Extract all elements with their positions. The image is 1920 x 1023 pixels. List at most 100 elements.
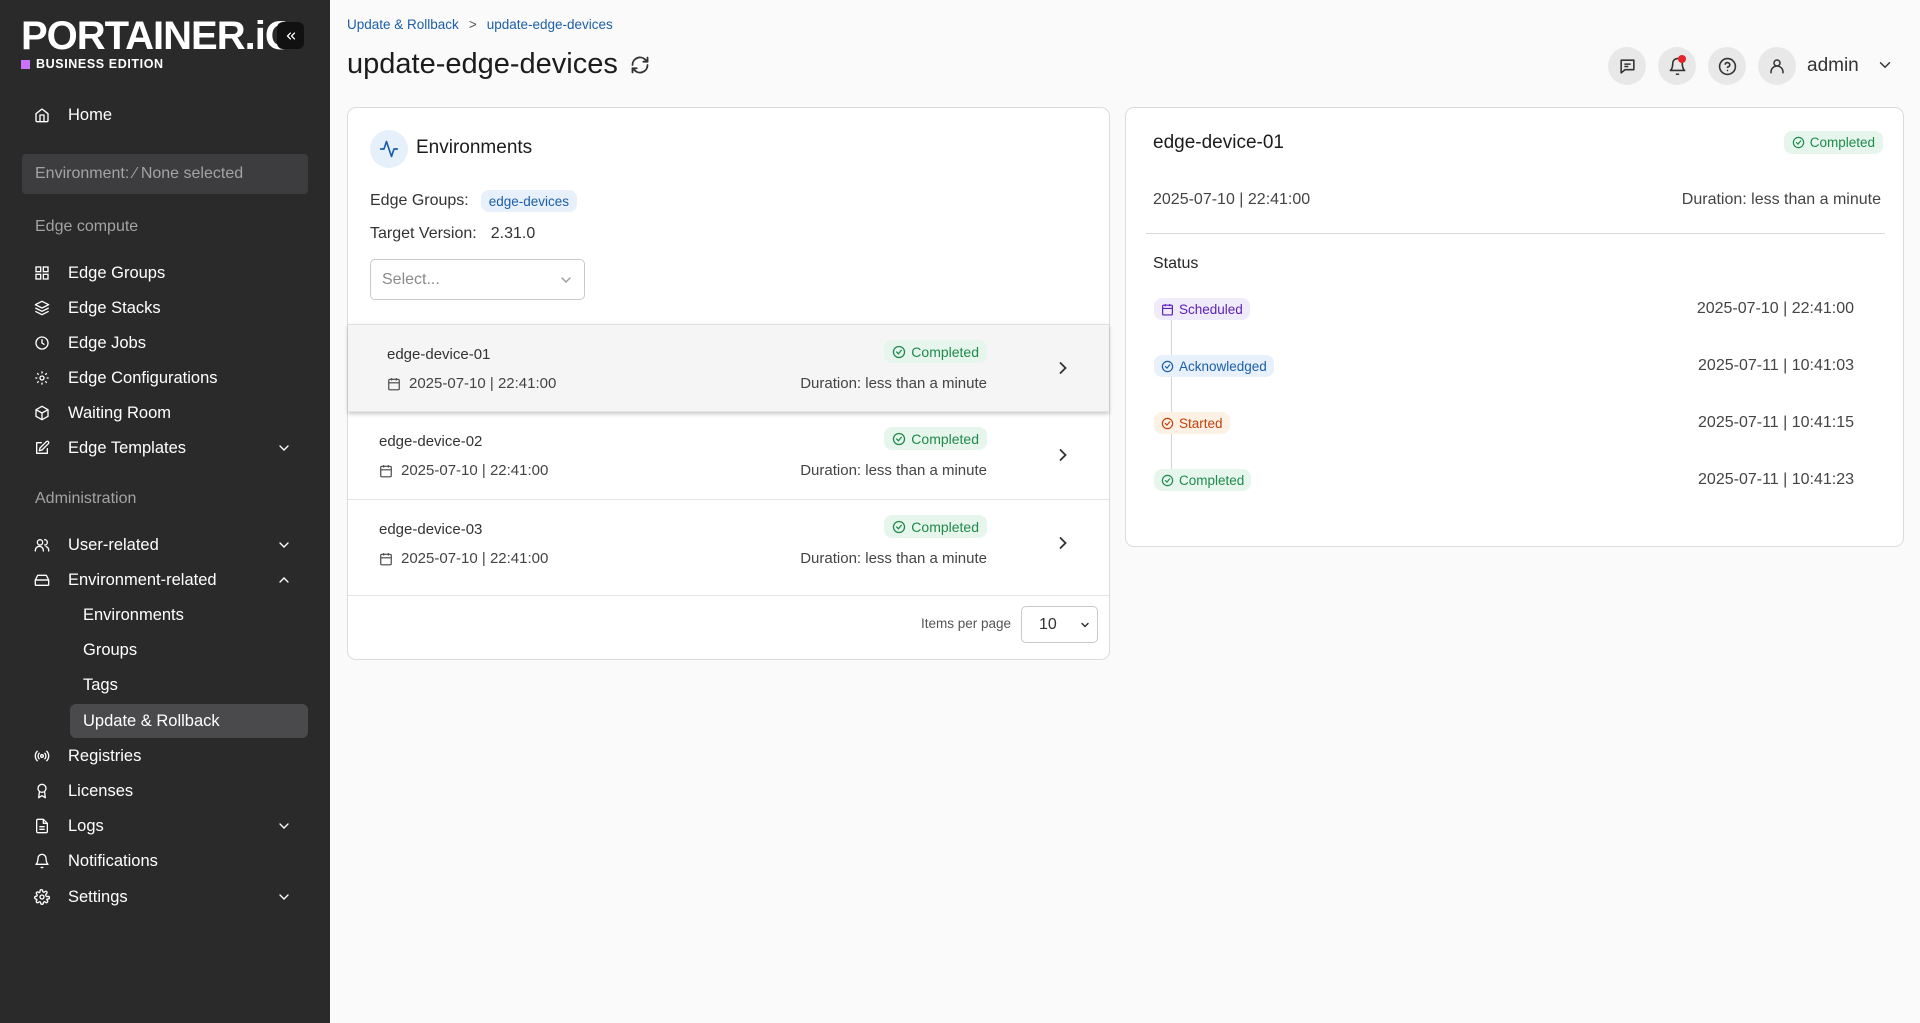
detail-status-text: Completed <box>1809 135 1875 150</box>
sidebar-item-label: Environment-related <box>68 570 217 589</box>
sidebar-item-label: Edge Jobs <box>68 333 146 352</box>
sidebar-item-waiting-room[interactable]: Waiting Room <box>22 396 308 430</box>
sidebar-item-label: Edge Stacks <box>68 298 161 317</box>
sidebar-item-edge-templates[interactable]: Edge Templates <box>22 431 308 465</box>
gear-icon <box>34 889 50 905</box>
calendar-icon <box>380 552 392 565</box>
radio-icon <box>34 750 50 762</box>
settings-cog-icon <box>35 371 49 385</box>
sidebar-item-logs[interactable]: Logs <box>22 809 308 843</box>
award-icon <box>37 783 47 799</box>
items-per-page-value: 10 <box>1039 615 1057 633</box>
row-date: 2025-07-10 | 22:41:00 <box>387 375 556 392</box>
chevron-down-icon <box>1879 62 1891 69</box>
chevron-down-icon <box>279 894 289 900</box>
sidebar-item-edge-stacks[interactable]: Edge Stacks <box>22 291 308 325</box>
environments-card: Environments Edge Groups: edge-devices T… <box>347 107 1110 660</box>
sidebar-item-edge-configurations[interactable]: Edge Configurations <box>22 361 308 395</box>
refresh-button[interactable] <box>630 55 650 75</box>
chat-button[interactable] <box>1608 47 1646 85</box>
chevron-down-icon <box>279 445 289 451</box>
timeline-connector <box>1171 314 1172 486</box>
items-per-page-select[interactable]: 10 <box>1021 606 1098 643</box>
chevron-down-icon <box>279 542 289 548</box>
breadcrumb-link-current[interactable]: update-edge-devices <box>487 17 613 32</box>
sidebar-item-home[interactable]: Home <box>22 98 308 132</box>
timeline-time: 2025-07-11 | 10:41:23 <box>1698 471 1854 488</box>
user-icon <box>1770 59 1784 74</box>
chevron-right-icon <box>1059 362 1067 374</box>
user-menu-toggle[interactable] <box>1876 56 1894 74</box>
sidebar-item-label: Logs <box>68 816 104 835</box>
portainer-logo[interactable]: PORTAINER.iO BUSINESS EDITION <box>21 14 296 71</box>
environment-row-edge-device-01[interactable]: edge-device-01 2025-07-10 | 22:41:00 Com… <box>348 324 1109 412</box>
edge-group-tag: edge-devices <box>480 190 578 212</box>
user-avatar-button[interactable] <box>1758 47 1796 85</box>
sidebar-item-label: Settings <box>68 887 128 906</box>
edge-compute-section-label: Edge compute <box>35 218 139 235</box>
sidebar-item-label: Waiting Room <box>68 403 172 422</box>
sidebar-item-registries[interactable]: Registries <box>22 739 308 773</box>
timeline-item-scheduled: Scheduled 2025-07-10 | 22:41:00 <box>1154 298 1854 322</box>
environment-selector[interactable]: Environment: ⁄ None selected <box>22 154 308 194</box>
sidebar-item-label: Edge Templates <box>68 438 187 457</box>
calendar-icon <box>388 377 400 390</box>
user-name[interactable]: admin <box>1807 55 1859 77</box>
box-icon <box>35 405 49 421</box>
breadcrumb-link-update-rollback[interactable]: Update & Rollback <box>347 17 459 32</box>
collapse-sidebar-button[interactable] <box>277 22 304 49</box>
sidebar-subitem-update-rollback[interactable]: Update & Rollback <box>70 704 308 738</box>
row-status-text: Completed <box>911 518 979 535</box>
timeline-badge-completed: Completed <box>1154 469 1252 491</box>
items-per-page-label: Items per page <box>921 616 1012 631</box>
environment-select[interactable]: Select... <box>370 259 585 300</box>
environments-title: Environments <box>416 137 533 158</box>
sidebar-item-settings[interactable]: Settings <box>22 880 308 914</box>
chevron-right-icon <box>1059 449 1067 461</box>
help-button[interactable] <box>1708 47 1746 85</box>
row-duration: Duration: less than a minute <box>800 462 987 479</box>
check-circle-icon <box>1161 417 1174 429</box>
timeline-time: 2025-07-10 | 22:41:00 <box>1696 300 1854 317</box>
calendar-icon <box>380 464 392 477</box>
check-circle-icon <box>893 432 906 445</box>
calendar-icon <box>1162 303 1173 316</box>
row-status-text: Completed <box>911 430 979 447</box>
timeline-badge-acknowledged: Acknowledged <box>1154 355 1274 377</box>
breadcrumb: Update & Rollback > update-edge-devices <box>347 17 613 32</box>
sidebar-item-edge-jobs[interactable]: Edge Jobs <box>22 326 308 360</box>
sidebar-subitem-groups[interactable]: Groups <box>70 633 308 667</box>
chevron-down-icon <box>1081 622 1089 628</box>
edition-square <box>21 59 30 69</box>
check-circle-icon <box>1161 360 1174 372</box>
row-date-text: 2025-07-10 | 22:41:00 <box>401 462 549 479</box>
timeline-badge-started: Started <box>1154 412 1230 434</box>
activity-icon <box>379 140 399 158</box>
sidebar-item-notifications[interactable]: Notifications <box>22 844 308 878</box>
sidebar-subitem-tags[interactable]: Tags <box>70 668 308 702</box>
check-circle-icon <box>1161 474 1174 486</box>
file-text-icon <box>36 818 48 834</box>
chevron-up-icon <box>279 577 289 583</box>
select-placeholder: Select... <box>382 270 440 288</box>
home-icon <box>35 108 49 123</box>
page-title: update-edge-devices <box>347 48 618 80</box>
sidebar-item-edge-groups[interactable]: Edge Groups <box>22 256 308 290</box>
sidebar-item-user-related[interactable]: User-related <box>22 528 308 562</box>
chevron-down-icon <box>561 277 571 283</box>
timeline-label: Started <box>1179 415 1223 431</box>
timeline-label: Scheduled <box>1179 301 1243 317</box>
sidebar-item-environment-related[interactable]: Environment-related <box>22 563 308 597</box>
check-circle-icon <box>1792 136 1804 149</box>
sidebar-subitem-environments[interactable]: Environments <box>70 598 308 632</box>
notifications-button[interactable] <box>1658 47 1696 85</box>
grid-icon <box>35 266 49 280</box>
environment-row-edge-device-02[interactable]: edge-device-02 2025-07-10 | 22:41:00 Com… <box>348 412 1109 500</box>
environment-row-edge-device-03[interactable]: edge-device-03 2025-07-10 | 22:41:00 Com… <box>348 500 1109 596</box>
target-version-line: Target Version: 2.31.0 <box>370 225 535 243</box>
row-date-text: 2025-07-10 | 22:41:00 <box>409 375 557 392</box>
bell-icon <box>35 853 49 869</box>
sidebar-item-licenses[interactable]: Licenses <box>22 774 308 808</box>
timeline-time: 2025-07-11 | 10:41:03 <box>1698 357 1854 374</box>
row-device-name: edge-device-01 <box>387 346 491 363</box>
